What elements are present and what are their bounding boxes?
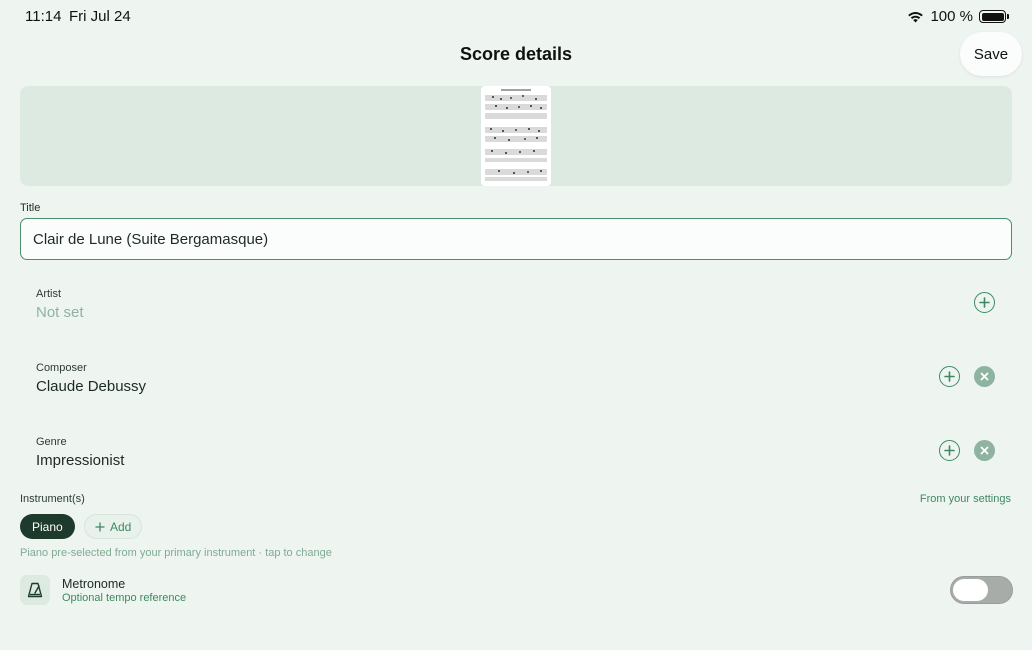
battery-percent: 100 % xyxy=(930,8,973,25)
status-bar: 11:14 Fri Jul 24 100 % xyxy=(0,0,1032,32)
instruments-source: From your settings xyxy=(919,493,1011,505)
metronome-title: Metronome xyxy=(62,577,126,591)
add-instrument-label: Add xyxy=(110,519,132,534)
composer-row[interactable]: Composer Claude Debussy xyxy=(20,362,1012,422)
title-label: Title xyxy=(20,202,41,214)
title-input[interactable] xyxy=(20,218,1012,260)
plus-icon xyxy=(944,445,955,456)
genre-label: Genre xyxy=(36,436,67,448)
remove-composer-button[interactable] xyxy=(974,366,995,387)
metronome-toggle[interactable] xyxy=(950,576,1013,604)
sheet-music-thumbnail[interactable] xyxy=(481,86,551,186)
metronome-icon xyxy=(20,575,50,605)
cover-area[interactable] xyxy=(20,86,1012,186)
wifi-icon xyxy=(908,12,924,23)
toggle-knob xyxy=(953,579,988,601)
remove-genre-button[interactable] xyxy=(974,440,995,461)
genre-value: Impressionist xyxy=(36,452,125,469)
metronome-subtitle: Optional tempo reference xyxy=(62,592,187,604)
plus-icon xyxy=(979,297,990,308)
instrument-hint: Piano pre-selected from your primary ins… xyxy=(20,547,332,559)
battery-icon xyxy=(979,10,1009,23)
artist-row[interactable]: Artist Not set xyxy=(20,288,1012,348)
status-indicators: 100 % xyxy=(907,8,1009,25)
add-composer-button[interactable] xyxy=(939,366,960,387)
status-date: Fri Jul 24 xyxy=(69,8,131,25)
plus-icon xyxy=(95,521,105,532)
genre-row[interactable]: Genre Impressionist xyxy=(20,436,1012,496)
artist-label: Artist xyxy=(36,288,62,300)
status-time: 11:14 xyxy=(25,8,62,25)
artist-value: Not set xyxy=(36,304,84,321)
add-artist-button[interactable] xyxy=(974,292,995,313)
add-instrument-button[interactable]: Add xyxy=(84,514,143,539)
instrument-chip-piano[interactable]: Piano xyxy=(20,514,75,539)
save-button[interactable]: Save xyxy=(960,32,1022,76)
page-title: Score details xyxy=(459,44,573,64)
close-icon xyxy=(980,446,989,455)
instruments-label: Instrument(s) xyxy=(20,493,85,505)
composer-label: Composer xyxy=(36,362,87,374)
close-icon xyxy=(980,372,989,381)
composer-value: Claude Debussy xyxy=(36,378,147,395)
add-genre-button[interactable] xyxy=(939,440,960,461)
plus-icon xyxy=(944,371,955,382)
